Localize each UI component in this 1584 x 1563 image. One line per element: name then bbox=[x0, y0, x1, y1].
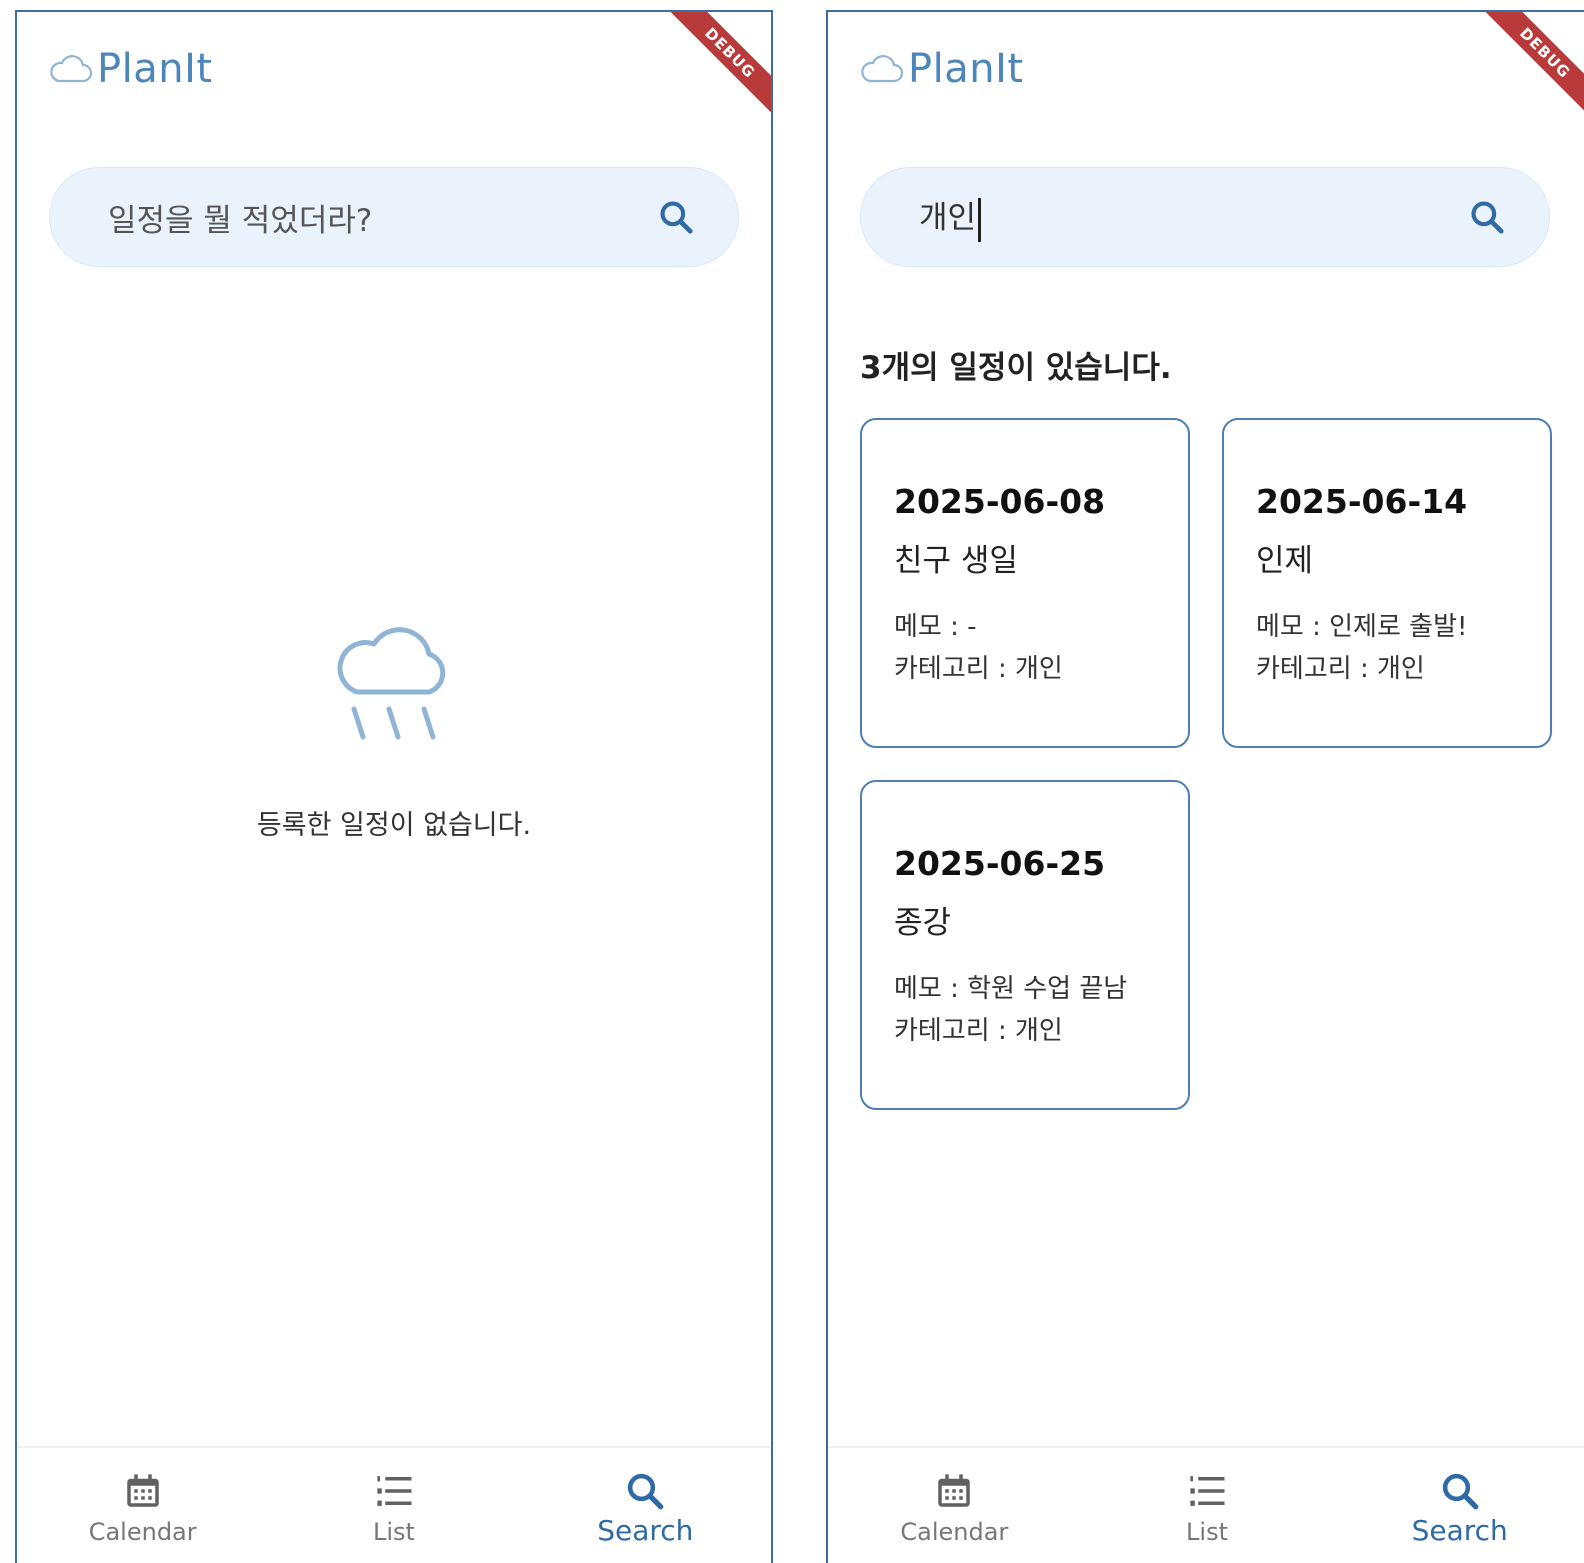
schedule-card[interactable]: 2025-06-14 인제 메모 : 인제로 출발! 카테고리 : 개인 bbox=[1222, 418, 1552, 748]
card-title: 인제 bbox=[1256, 543, 1314, 579]
cloud-logo-icon bbox=[50, 55, 93, 83]
card-date: 2025-06-14 bbox=[1256, 482, 1468, 521]
schedule-card[interactable]: 2025-06-25 종강 메모 : 학원 수업 끝남 카테고리 : 개인 bbox=[860, 780, 1190, 1110]
card-memo: 메모 : 인제로 출발! bbox=[1256, 612, 1468, 642]
nav-search[interactable]: Search bbox=[520, 1448, 771, 1563]
search-results-screen: PlanIt DEBUG 개인 3개의 일정이 있습니다. 2025-06-08… bbox=[826, 10, 1584, 1563]
nav-search-label: Search bbox=[597, 1514, 694, 1547]
nav-list-label: List bbox=[373, 1518, 415, 1546]
debug-banner: DEBUG bbox=[660, 12, 771, 123]
search-input-value: 개인 bbox=[919, 200, 977, 237]
list-icon bbox=[377, 1476, 412, 1506]
card-category: 카테고리 : 개인 bbox=[1256, 654, 1425, 684]
search-icon bbox=[628, 1473, 664, 1510]
nav-search-label: Search bbox=[1411, 1514, 1508, 1547]
card-title: 종강 bbox=[894, 905, 952, 941]
list-icon bbox=[1190, 1476, 1225, 1506]
search-button[interactable] bbox=[1465, 195, 1509, 239]
calendar-icon bbox=[938, 1474, 971, 1507]
empty-state: 등록한 일정이 없습니다. bbox=[17, 612, 771, 842]
card-category: 카테고리 : 개인 bbox=[894, 654, 1063, 684]
card-category: 카테고리 : 개인 bbox=[894, 1016, 1063, 1046]
nav-calendar-label: Calendar bbox=[900, 1518, 1009, 1546]
empty-search-screen: PlanIt DEBUG 일정을 뭘 적었더라? 등록한 일정이 없습니다. C… bbox=[15, 10, 773, 1563]
card-date: 2025-06-08 bbox=[894, 482, 1106, 521]
cloud-logo-icon bbox=[861, 55, 904, 83]
card-memo: 메모 : - bbox=[894, 612, 977, 642]
nav-search[interactable]: Search bbox=[1333, 1448, 1584, 1563]
search-input[interactable]: 개인 bbox=[919, 192, 1465, 242]
rain-cloud-icon bbox=[337, 627, 446, 740]
nav-list-label: List bbox=[1186, 1518, 1228, 1546]
bottom-navigation: Calendar List Search bbox=[828, 1446, 1584, 1563]
nav-list[interactable]: List bbox=[1081, 1448, 1334, 1563]
bottom-navigation: Calendar List Search bbox=[17, 1446, 771, 1563]
card-memo: 메모 : 학원 수업 끝남 bbox=[894, 974, 1128, 1004]
nav-calendar[interactable]: Calendar bbox=[828, 1448, 1081, 1563]
app-logo: PlanIt bbox=[49, 46, 213, 92]
calendar-icon bbox=[126, 1474, 159, 1507]
nav-calendar[interactable]: Calendar bbox=[17, 1448, 268, 1563]
debug-banner: DEBUG bbox=[1475, 12, 1584, 123]
result-count: 3개의 일정이 있습니다. bbox=[860, 350, 1172, 386]
search-bar[interactable]: 일정을 뭘 적었더라? bbox=[49, 167, 739, 267]
search-button[interactable] bbox=[654, 195, 698, 239]
empty-message: 등록한 일정이 없습니다. bbox=[256, 810, 532, 841]
search-icon bbox=[660, 201, 693, 234]
app-title: PlanIt bbox=[97, 46, 213, 92]
search-bar[interactable]: 개인 bbox=[860, 167, 1550, 267]
app-title: PlanIt bbox=[908, 46, 1024, 92]
card-title: 친구 생일 bbox=[894, 543, 1018, 579]
schedule-card[interactable]: 2025-06-08 친구 생일 메모 : - 카테고리 : 개인 bbox=[860, 418, 1190, 748]
nav-calendar-label: Calendar bbox=[88, 1518, 197, 1546]
search-icon bbox=[1442, 1473, 1479, 1510]
card-date: 2025-06-25 bbox=[894, 844, 1106, 883]
search-icon bbox=[1471, 201, 1504, 234]
search-input[interactable]: 일정을 뭘 적었더라? bbox=[108, 195, 654, 240]
app-logo: PlanIt bbox=[860, 46, 1024, 92]
text-caret bbox=[978, 197, 982, 242]
nav-list[interactable]: List bbox=[268, 1448, 519, 1563]
